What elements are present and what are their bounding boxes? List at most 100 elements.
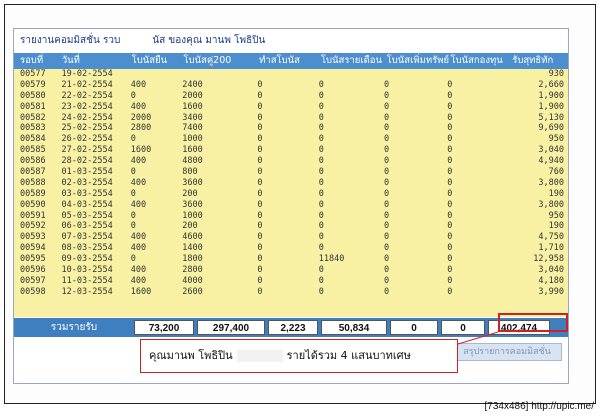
cell-bonus-make: 0	[257, 232, 263, 243]
cell-date: 19-02-2554	[61, 69, 113, 79]
table-row: 00590 04-03-2554 400 3600 0 0 0 0 3,800	[14, 200, 568, 211]
cell-date: 02-03-2554	[61, 177, 113, 188]
cell-bonus-asset: 0	[384, 188, 390, 199]
cell-bonus-asset	[384, 69, 447, 80]
table-row: 00586 28-02-2554 400 4800 0 0 0 0 4,940	[14, 156, 568, 167]
cell-round: 00595	[20, 254, 46, 265]
cell-bonus-asset: 0	[384, 254, 390, 265]
cell-bonus-make: 0	[257, 79, 263, 90]
cell-bonus-stand: 2800	[130, 123, 152, 134]
cell-date: 07-03-2554	[61, 232, 113, 243]
cell-bonus-pair: 1000	[182, 134, 203, 145]
table-row: 00591 05-03-2554 0 1000 0 0 0 0 950	[14, 211, 568, 222]
cell-bonus-pair: 7400	[182, 123, 203, 134]
cell-bonus-pair: 1600	[182, 145, 203, 156]
cell-bonus-make: 0	[257, 134, 263, 145]
cell-bonus-monthly: 0	[318, 275, 324, 286]
cell-round: 00581	[20, 101, 46, 112]
cell-bonus-make	[257, 69, 318, 80]
table-row: 00584 26-02-2554 0 1000 0 0 0 0 950	[14, 134, 568, 145]
cell-bonus-stand: 0	[130, 167, 136, 178]
col-bonus-make: ทำสโบนัส	[259, 55, 300, 66]
cell-date: 28-02-2554	[61, 156, 113, 167]
cell-bonus-fund: 0	[447, 134, 453, 145]
table-row: 00579 21-02-2554 400 2400 0 0 0 0 2,660	[14, 80, 568, 91]
total-bonus-asset: 0	[390, 320, 438, 335]
cell-bonus-make: 0	[257, 210, 263, 221]
cell-bonus-stand: 400	[130, 232, 147, 243]
cell-bonus-make: 0	[257, 188, 263, 199]
cell-bonus-asset: 0	[384, 232, 390, 243]
cell-bonus-fund: 0	[447, 90, 453, 101]
table-row: 00595 09-03-2554 0 1800 0 11840 0 0 12,958	[14, 254, 568, 265]
annotation-callout: คุณมานพ โพธิปิน รายได้รวม 4 แสนบาทเศษ	[140, 339, 458, 373]
cell-net: 3,800	[538, 199, 565, 210]
cell-bonus-asset: 0	[384, 275, 390, 286]
cell-date: 06-03-2554	[61, 221, 113, 232]
cell-bonus-stand: 0	[130, 188, 136, 199]
cell-bonus-pair: 1600	[182, 101, 203, 112]
cell-bonus-stand: 400	[130, 79, 147, 90]
cell-net: 930	[548, 69, 565, 79]
cell-bonus-stand: 1600	[130, 145, 152, 156]
cell-bonus-pair: 1400	[182, 243, 203, 254]
col-bonus-stand: โบนัสยืน	[131, 55, 168, 66]
cell-net: 4,940	[538, 156, 565, 167]
cell-round: 00583	[20, 123, 46, 134]
cell-bonus-make: 0	[257, 90, 263, 101]
cell-date: 05-03-2554	[61, 210, 113, 221]
cell-date: 11-03-2554	[61, 275, 113, 286]
cell-net: 950	[548, 134, 565, 145]
cell-bonus-pair: 200	[182, 188, 198, 199]
cell-net: 1,900	[538, 90, 565, 101]
cell-net: 2,660	[538, 79, 565, 90]
cell-bonus-pair	[182, 69, 257, 80]
cell-bonus-monthly: 11840	[318, 254, 345, 265]
cell-bonus-make: 0	[257, 167, 263, 178]
cell-bonus-monthly: 0	[318, 243, 324, 254]
cell-net: 4,750	[538, 232, 565, 243]
cell-bonus-stand: 2000	[130, 112, 152, 123]
col-bonus-fund: โบนัสกองทุน	[450, 55, 503, 66]
cell-bonus-pair: 3600	[182, 177, 203, 188]
cell-net: 190	[548, 188, 565, 199]
cell-bonus-stand: 400	[130, 177, 147, 188]
cell-bonus-fund: 0	[447, 112, 453, 123]
cell-bonus-monthly: 0	[318, 79, 324, 90]
cell-round: 00596	[20, 265, 46, 276]
cell-bonus-pair: 3400	[182, 112, 203, 123]
cell-bonus-stand: 400	[130, 101, 147, 112]
callout-name: คุณมานพ โพธิปิน	[149, 349, 233, 362]
cell-bonus-make: 0	[257, 101, 263, 112]
cell-bonus-fund: 0	[447, 265, 453, 276]
cell-bonus-monthly: 0	[318, 156, 324, 167]
table-row: 00582 24-02-2554 2000 3400 0 0 0 0 5,130	[14, 113, 568, 124]
cell-bonus-asset: 0	[384, 221, 390, 232]
cell-bonus-make: 0	[257, 221, 263, 232]
table-row: 00587 01-03-2554 0 800 0 0 0 0 760	[14, 167, 568, 178]
cell-date: 21-02-2554	[61, 79, 113, 90]
cell-bonus-monthly: 0	[318, 101, 324, 112]
summary-button[interactable]: สรุปรายการคอมมิสชั่น	[452, 343, 562, 361]
cell-bonus-fund: 0	[447, 254, 453, 265]
cell-round: 00586	[20, 156, 46, 167]
cell-net: 5,130	[538, 112, 565, 123]
cell-round: 00597	[20, 275, 46, 286]
callout-redaction	[236, 350, 283, 362]
col-round: รอบที่	[20, 55, 44, 66]
cell-net: 1,710	[538, 243, 565, 254]
cell-bonus-monthly: 0	[318, 134, 324, 145]
table-header: รอบที่ วันที่ โบนัสยืน โบนัสคู่200 ทำสโบ…	[14, 53, 568, 69]
cell-bonus-asset: 0	[384, 167, 390, 178]
table-row: 00585 27-02-2554 1600 1600 0 0 0 0 3,040	[14, 145, 568, 156]
cell-net: 3,800	[538, 177, 565, 188]
cell-bonus-fund: 0	[447, 221, 453, 232]
cell-net: 760	[548, 167, 565, 178]
cell-bonus-asset: 0	[384, 101, 390, 112]
cell-net: 1,900	[538, 101, 565, 112]
cell-bonus-pair: 2000	[182, 90, 203, 101]
col-bonus-asset: โบนัสเพิ่มทรัพย์	[386, 55, 450, 66]
cell-bonus-make: 0	[257, 275, 263, 286]
cell-bonus-monthly: 0	[318, 188, 324, 199]
cell-bonus-asset: 0	[384, 210, 390, 221]
